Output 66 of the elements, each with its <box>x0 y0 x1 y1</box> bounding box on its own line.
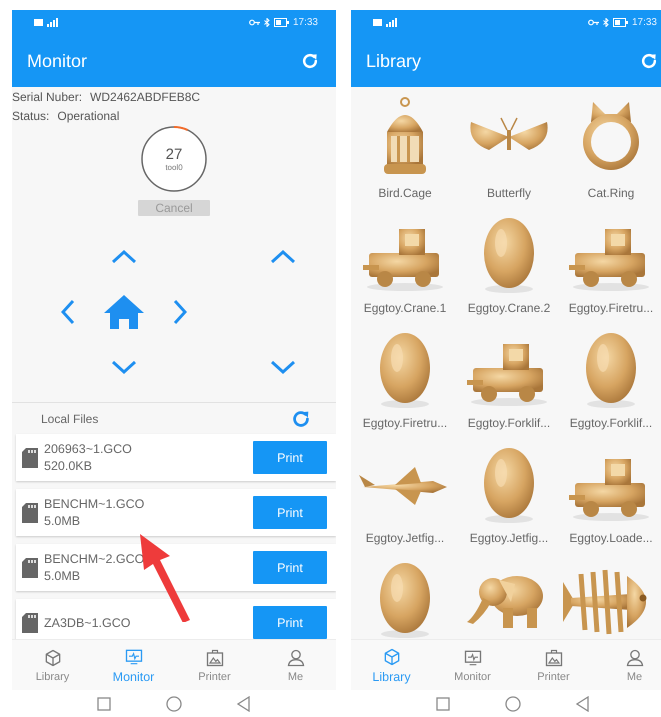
model-name[interactable]: Eggtoy.Jetfig... <box>366 531 444 545</box>
sd-card-icon <box>22 502 38 522</box>
print-button[interactable]: Print <box>253 496 327 529</box>
print-button[interactable]: Print <box>253 441 327 474</box>
tool-label: tool0 <box>165 163 183 172</box>
file-name: 206963~1.GCO <box>44 442 133 456</box>
serial-value: WD2462ABDFEB8C <box>90 90 200 104</box>
chevron-down-icon[interactable] <box>270 360 296 374</box>
sd-card-icon <box>22 558 38 578</box>
nav-tab[interactable]: Library <box>351 640 432 690</box>
home-icon[interactable] <box>102 292 146 330</box>
model-name[interactable]: Eggtoy.Forklif... <box>468 416 550 430</box>
temperature-value: 27 <box>166 146 182 163</box>
refresh-icon[interactable] <box>639 51 659 71</box>
status-time: 17:33 <box>292 17 318 28</box>
model-name[interactable]: Eggtoy.Forklif... <box>570 416 652 430</box>
section-title: Local Files <box>41 412 100 426</box>
model-name[interactable]: Eggtoy.Firetru... <box>568 301 654 315</box>
model-name[interactable]: Eggtoy.Firetru... <box>362 416 448 430</box>
model-name[interactable]: Butterfly <box>486 186 531 200</box>
refresh-icon[interactable] <box>300 51 320 71</box>
status-value: Operational <box>57 109 120 123</box>
status-label: Status: <box>12 109 50 123</box>
nav-tab[interactable]: Printer <box>174 640 255 690</box>
bluetooth-icon <box>264 18 270 27</box>
sd-card-icon <box>22 448 38 468</box>
chevron-up-icon[interactable] <box>270 250 296 264</box>
key-icon <box>248 18 260 27</box>
signal-icon <box>373 18 399 27</box>
file-name: BENCHM~1.GCO <box>44 497 146 511</box>
model-name[interactable]: Bird.Cage <box>378 186 432 200</box>
nav-tab[interactable]: Monitor <box>93 640 174 690</box>
chevron-left-icon[interactable] <box>61 298 75 324</box>
nav-tab[interactable]: Me <box>594 640 661 690</box>
model-name[interactable]: Eggtoy.Jetfig... <box>470 531 548 545</box>
signal-icon <box>34 18 60 27</box>
file-size: 520.0KB <box>44 459 93 473</box>
chevron-down-icon[interactable] <box>111 360 137 374</box>
model-name[interactable]: Eggtoy.Crane.1 <box>364 301 446 315</box>
nav-tab[interactable]: Library <box>12 640 93 690</box>
print-button[interactable]: Print <box>253 606 327 639</box>
chevron-up-icon[interactable] <box>111 250 137 264</box>
file-size: 5.0MB <box>44 569 82 583</box>
key-icon <box>588 18 599 27</box>
temperature-gauge <box>140 125 208 193</box>
file-name: ZA3DB~1.GCO <box>44 616 132 630</box>
print-button[interactable]: Print <box>253 551 327 584</box>
battery-icon <box>612 18 628 27</box>
file-name: BENCHM~2.GCO <box>44 552 146 566</box>
model-name[interactable]: Eggtoy.Crane.2 <box>468 301 550 315</box>
nav-tab[interactable]: Monitor <box>432 640 513 690</box>
model-name[interactable]: Eggtoy.Loade... <box>569 531 653 545</box>
nav-tab[interactable]: Printer <box>513 640 594 690</box>
model-name[interactable]: Cat.Ring <box>588 186 634 200</box>
circle-icon[interactable] <box>503 696 523 712</box>
sd-card-icon <box>22 612 38 632</box>
bluetooth-icon <box>602 18 609 27</box>
serial-label: Serial Nuber: <box>12 90 82 104</box>
screen-title: Library <box>366 50 422 72</box>
circle-icon[interactable] <box>164 696 184 712</box>
battery-icon <box>274 18 289 27</box>
screen-title: Monitor <box>27 50 88 72</box>
file-size: 5.0MB <box>44 514 82 528</box>
chevron-right-icon[interactable] <box>173 298 187 324</box>
status-time: 17:33 <box>632 17 657 28</box>
nav-tab[interactable]: Me <box>255 640 336 690</box>
